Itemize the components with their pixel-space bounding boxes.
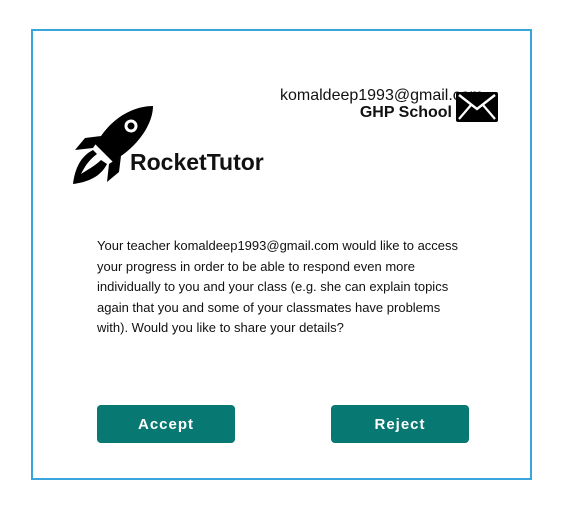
school-name: GHP School — [359, 104, 452, 121]
user-email: komaldeep1993@gmail.com — [279, 87, 483, 104]
consent-message: Your teacher komaldeep1993@gmail.com wou… — [97, 238, 459, 335]
brand-name: RocketTutor — [130, 149, 264, 175]
envelope-icon — [456, 92, 498, 122]
reject-button[interactable]: Reject — [331, 405, 469, 443]
accept-button[interactable]: Accept — [97, 405, 235, 443]
